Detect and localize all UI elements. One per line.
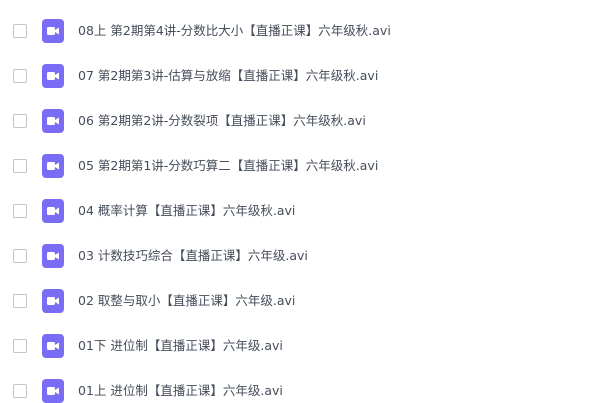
file-row[interactable]: 06 第2期第2讲-分数裂项【直播正课】六年级秋.avi xyxy=(0,98,592,143)
row-checkbox[interactable] xyxy=(13,383,27,398)
file-row[interactable]: 01下 进位制【直播正课】六年级.avi xyxy=(0,323,592,368)
video-file-icon xyxy=(42,63,64,88)
row-checkbox[interactable] xyxy=(13,293,27,308)
video-file-icon xyxy=(42,333,64,358)
row-checkbox[interactable] xyxy=(13,113,27,128)
file-name[interactable]: 05 第2期第1讲-分数巧算二【直播正课】六年级秋.avi xyxy=(78,157,378,175)
file-row[interactable]: 07 第2期第3讲-估算与放缩【直播正课】六年级秋.avi xyxy=(0,53,592,98)
row-checkbox[interactable] xyxy=(13,68,27,83)
file-row[interactable]: 04 概率计算【直播正课】六年级秋.avi xyxy=(0,188,592,233)
row-checkbox[interactable] xyxy=(13,248,27,263)
video-file-icon xyxy=(42,198,64,223)
file-row[interactable]: 05 第2期第1讲-分数巧算二【直播正课】六年级秋.avi xyxy=(0,143,592,188)
row-checkbox[interactable] xyxy=(13,23,27,38)
video-file-icon xyxy=(42,153,64,178)
file-row[interactable]: 08上 第2期第4讲-分数比大小【直播正课】六年级秋.avi xyxy=(0,8,592,53)
video-file-icon xyxy=(42,243,64,268)
file-name[interactable]: 03 计数技巧综合【直播正课】六年级.avi xyxy=(78,247,308,265)
row-checkbox[interactable] xyxy=(13,158,27,173)
file-name[interactable]: 07 第2期第3讲-估算与放缩【直播正课】六年级秋.avi xyxy=(78,67,378,85)
file-row[interactable]: 03 计数技巧综合【直播正课】六年级.avi xyxy=(0,233,592,278)
video-file-icon xyxy=(42,288,64,313)
file-name[interactable]: 02 取整与取小【直播正课】六年级.avi xyxy=(78,292,295,310)
video-file-icon xyxy=(42,378,64,403)
video-file-icon xyxy=(42,18,64,43)
file-row[interactable]: 01上 进位制【直播正课】六年级.avi xyxy=(0,368,592,403)
file-name[interactable]: 06 第2期第2讲-分数裂项【直播正课】六年级秋.avi xyxy=(78,112,366,130)
video-file-icon xyxy=(42,108,64,133)
file-name[interactable]: 01上 进位制【直播正课】六年级.avi xyxy=(78,382,283,400)
file-name[interactable]: 08上 第2期第4讲-分数比大小【直播正课】六年级秋.avi xyxy=(78,22,391,40)
file-list: 08上 第2期第4讲-分数比大小【直播正课】六年级秋.avi 07 第2期第3讲… xyxy=(0,0,592,403)
row-checkbox[interactable] xyxy=(13,203,27,218)
row-checkbox[interactable] xyxy=(13,338,27,353)
file-name[interactable]: 01下 进位制【直播正课】六年级.avi xyxy=(78,337,283,355)
file-name[interactable]: 04 概率计算【直播正课】六年级秋.avi xyxy=(78,202,295,220)
file-row[interactable]: 02 取整与取小【直播正课】六年级.avi xyxy=(0,278,592,323)
